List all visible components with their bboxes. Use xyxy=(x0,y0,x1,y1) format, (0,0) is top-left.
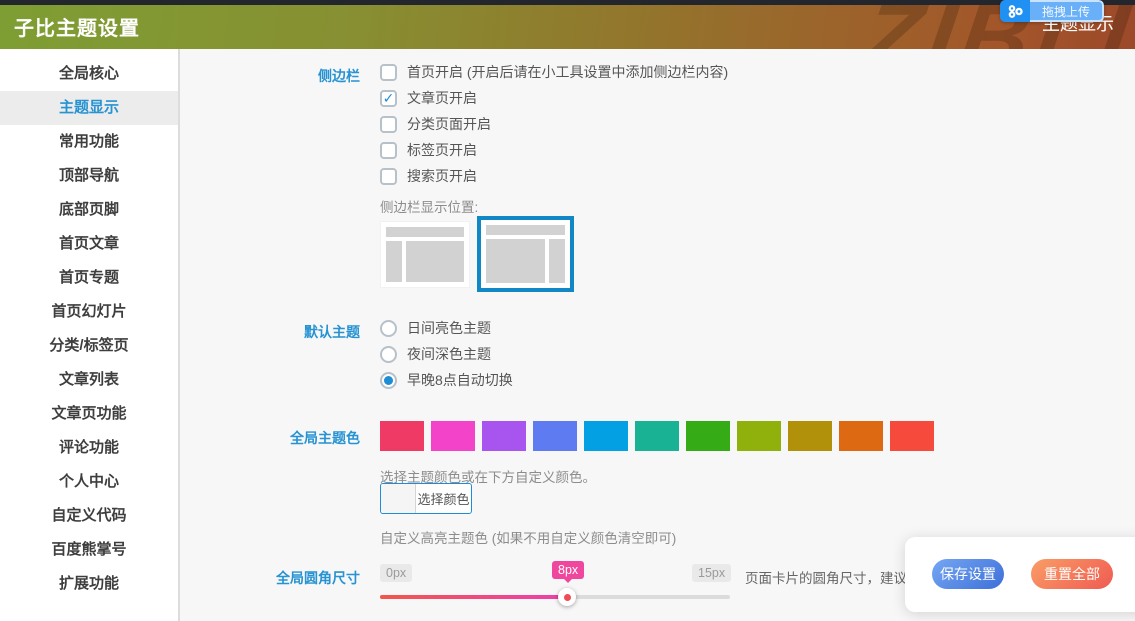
checkbox-unchecked-icon[interactable] xyxy=(380,116,397,133)
radio-unselected-icon[interactable] xyxy=(380,346,397,363)
sidebar-item-top-nav[interactable]: 顶部导航 xyxy=(0,159,178,193)
sidebar-item-category-tag-page[interactable]: 分类/标签页 xyxy=(0,329,178,363)
theme-color-swatch-row xyxy=(380,421,934,451)
sidebar-item-home-articles[interactable]: 首页文章 xyxy=(0,227,178,261)
sidebar-item-comments[interactable]: 评论功能 xyxy=(0,431,178,465)
checkbox-label: 搜索页开启 xyxy=(407,166,477,186)
sidebar-item-footer[interactable]: 底部页脚 xyxy=(0,193,178,227)
layout-thumbnail-sidebar-left[interactable] xyxy=(380,221,470,288)
theme-color-swatch[interactable] xyxy=(788,421,832,451)
radius-min-badge: 0px xyxy=(380,564,412,582)
checkbox-label: 标签页开启 xyxy=(407,140,477,160)
radio-row-light-theme[interactable]: 日间亮色主题 xyxy=(380,318,491,338)
drag-upload-label: 拖拽上传 xyxy=(1030,0,1104,22)
thumbnail-content-block xyxy=(486,239,545,283)
section-label-theme-color: 全局主题色 xyxy=(235,428,360,448)
checkbox-unchecked-icon[interactable] xyxy=(380,142,397,159)
sidebar-item-user-center[interactable]: 个人中心 xyxy=(0,465,178,499)
radio-unselected-icon[interactable] xyxy=(380,320,397,337)
radius-slider-fill xyxy=(380,595,567,599)
checkbox-label: 首页开启 (开启后请在小工具设置中添加侧边栏内容) xyxy=(407,62,728,82)
reset-all-button[interactable]: 重置全部 xyxy=(1031,559,1113,589)
radio-row-dark-theme[interactable]: 夜间深色主题 xyxy=(380,344,491,364)
theme-color-swatch[interactable] xyxy=(890,421,934,451)
slider-handle-dot xyxy=(564,594,571,601)
checkbox-checked-icon[interactable]: ✓ xyxy=(380,90,397,107)
radius-description: 页面卡片的圆角尺寸，建议为8 xyxy=(745,567,928,587)
checkbox-row-search[interactable]: 搜索页开启 xyxy=(380,166,477,186)
checkbox-label: 分类页面开启 xyxy=(407,114,491,134)
theme-color-swatch[interactable] xyxy=(635,421,679,451)
thumbnail-header-block xyxy=(386,227,464,237)
theme-color-swatch[interactable] xyxy=(431,421,475,451)
color-picker-preview xyxy=(381,484,416,513)
theme-color-swatch[interactable] xyxy=(584,421,628,451)
section-label-sidebar: 侧边栏 xyxy=(235,66,360,86)
radio-label: 早晚8点自动切换 xyxy=(407,370,513,390)
browser-top-strip xyxy=(0,0,1135,5)
section-label-default-theme: 默认主题 xyxy=(235,322,360,342)
thumbnail-sidebar-block xyxy=(386,241,402,282)
radio-label: 夜间深色主题 xyxy=(407,344,491,364)
thumbnail-sidebar-block xyxy=(549,239,565,283)
thumbnail-content-block xyxy=(406,241,464,282)
checkbox-row-article[interactable]: ✓ 文章页开启 xyxy=(380,88,477,108)
sidebar-item-baidu-xiongzhang[interactable]: 百度熊掌号 xyxy=(0,533,178,567)
radio-selected-icon[interactable] xyxy=(380,372,397,389)
sidebar-item-home-topics[interactable]: 首页专题 xyxy=(0,261,178,295)
sidebar-item-extensions[interactable]: 扩展功能 xyxy=(0,567,178,601)
sidebar-item-home-slider[interactable]: 首页幻灯片 xyxy=(0,295,178,329)
radius-current-badge: 8px xyxy=(552,561,584,579)
sidebar-position-label: 侧边栏显示位置: xyxy=(380,196,478,216)
radio-label: 日间亮色主题 xyxy=(407,318,491,338)
theme-color-swatch[interactable] xyxy=(737,421,781,451)
theme-color-swatch[interactable] xyxy=(686,421,730,451)
radio-row-auto-switch[interactable]: 早晚8点自动切换 xyxy=(380,370,513,390)
section-label-radius: 全局圆角尺寸 xyxy=(235,568,360,588)
action-panel: 保存设置 重置全部 xyxy=(905,537,1135,612)
page-title: 子比主题设置 xyxy=(14,12,140,41)
color-picker-label: 选择颜色 xyxy=(416,484,471,513)
checkbox-unchecked-icon[interactable] xyxy=(380,168,397,185)
theme-color-swatch[interactable] xyxy=(839,421,883,451)
checkbox-unchecked-icon[interactable] xyxy=(380,64,397,81)
checkbox-row-home[interactable]: 首页开启 (开启后请在小工具设置中添加侧边栏内容) xyxy=(380,62,728,82)
radio-dot xyxy=(384,376,393,385)
drag-upload-tooltip[interactable]: 拖拽上传 xyxy=(1000,0,1104,22)
radius-slider-track[interactable] xyxy=(380,595,730,599)
color-picker-button[interactable]: 选择颜色 xyxy=(380,483,472,514)
sidebar-item-article-list[interactable]: 文章列表 xyxy=(0,363,178,397)
checkbox-label: 文章页开启 xyxy=(407,88,477,108)
sidebar-item-global-core[interactable]: 全局核心 xyxy=(0,57,178,91)
theme-color-swatch[interactable] xyxy=(482,421,526,451)
sidebar-item-common-functions[interactable]: 常用功能 xyxy=(0,125,178,159)
sidebar-item-article-page[interactable]: 文章页功能 xyxy=(0,397,178,431)
checkbox-row-category[interactable]: 分类页面开启 xyxy=(380,114,491,134)
checkbox-row-tag[interactable]: 标签页开启 xyxy=(380,140,477,160)
sidebar-item-custom-code[interactable]: 自定义代码 xyxy=(0,499,178,533)
page-header: ZIBLL 子比主题设置 xyxy=(0,5,1135,49)
theme-color-swatch[interactable] xyxy=(533,421,577,451)
checkmark-icon: ✓ xyxy=(383,91,395,105)
thumbnail-header-block xyxy=(486,225,565,235)
custom-color-hint: 自定义高亮主题色 (如果不用自定义颜色清空即可) xyxy=(380,527,676,547)
layout-thumbnail-sidebar-right[interactable] xyxy=(477,216,574,292)
radius-max-badge: 15px xyxy=(692,564,731,582)
theme-color-swatch[interactable] xyxy=(380,421,424,451)
save-settings-button[interactable]: 保存设置 xyxy=(932,559,1004,589)
settings-sidebar: 全局核心 主题显示 常用功能 顶部导航 底部页脚 首页文章 首页专题 首页幻灯片… xyxy=(0,49,180,621)
radius-slider-handle[interactable] xyxy=(558,588,576,606)
cloud-share-icon xyxy=(1000,0,1030,22)
sidebar-item-theme-display[interactable]: 主题显示 xyxy=(0,91,178,125)
